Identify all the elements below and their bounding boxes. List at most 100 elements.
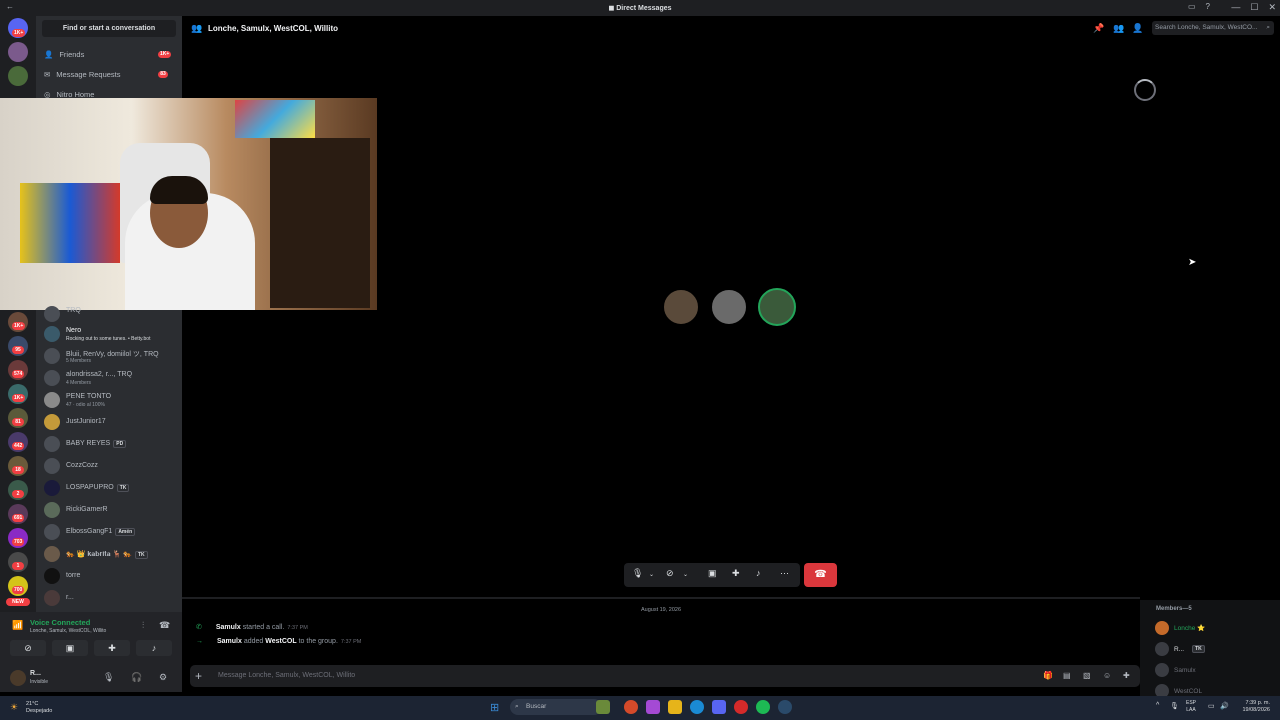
find-conversation-button[interactable]: Find or start a conversation bbox=[42, 20, 176, 37]
minimize-button[interactable]: — bbox=[1231, 2, 1240, 13]
dm-item[interactable]: torre bbox=[44, 566, 180, 586]
avatar bbox=[44, 306, 60, 322]
file-explorer-icon[interactable] bbox=[668, 700, 682, 714]
avatar bbox=[44, 502, 60, 518]
close-button[interactable]: ✕ bbox=[1268, 2, 1276, 13]
server-icon[interactable] bbox=[8, 42, 28, 62]
pin-icon[interactable]: 📌 bbox=[1093, 23, 1104, 34]
dm-item[interactable]: JustJunior17 bbox=[44, 412, 180, 432]
nav-friends[interactable]: 👤 Friends bbox=[44, 50, 84, 59]
gif-icon[interactable]: ▤ bbox=[1063, 671, 1071, 680]
signal-icon: 📶 bbox=[12, 620, 24, 630]
voice-connected-title[interactable]: Voice Connected bbox=[30, 618, 90, 627]
dm-item[interactable]: CozzCozz bbox=[44, 456, 180, 476]
guild-badge: 1K+ bbox=[12, 394, 26, 402]
guild-badge: 81 bbox=[12, 418, 24, 426]
phone-hangup-icon: ☎ bbox=[814, 569, 827, 580]
plus-icon[interactable]: + bbox=[195, 669, 202, 683]
member-list-icon[interactable]: 👤 bbox=[1132, 23, 1143, 34]
dm-item[interactable]: Bluii, RenVy, domiilol ツ, TRQ 5 Members bbox=[44, 346, 180, 366]
dm-item[interactable]: BABY REYES PD bbox=[44, 434, 180, 454]
gift-icon[interactable]: 🎁 bbox=[1043, 671, 1053, 680]
headphones-icon[interactable]: 🎧 bbox=[131, 672, 142, 683]
dm-item[interactable]: alondrissa2, r..., TRQ 4 Members bbox=[44, 368, 180, 388]
windows-start-icon[interactable]: ⊞ bbox=[490, 701, 499, 714]
avatar bbox=[1155, 663, 1169, 677]
dm-item[interactable]: 🐅 👑 𝐤𝐚𝐛𝐫𝐢𝐭𝐚 🦌 🐅 TK bbox=[44, 544, 180, 564]
disconnect-icon[interactable]: ☎ bbox=[159, 620, 170, 631]
language-indicator[interactable]: ESP LAA bbox=[1186, 700, 1196, 714]
guild-badge: 1K+ bbox=[12, 322, 26, 330]
avatar bbox=[1155, 621, 1169, 635]
message-placeholder: Message Lonche, Samulx, WestCOL, Willito bbox=[218, 672, 356, 679]
discord-icon[interactable] bbox=[712, 700, 726, 714]
add-friends-icon[interactable]: 👥 bbox=[1113, 23, 1124, 34]
app-icon[interactable] bbox=[734, 700, 748, 714]
edge-icon[interactable] bbox=[690, 700, 704, 714]
avatar bbox=[44, 458, 60, 474]
steam-icon[interactable] bbox=[778, 700, 792, 714]
taskbar-app-icon[interactable] bbox=[596, 700, 610, 714]
call-participant-avatar[interactable] bbox=[710, 288, 748, 326]
window-title: ◼ Direct Messages bbox=[608, 5, 672, 12]
share-screen-button[interactable]: ▣ bbox=[52, 640, 88, 656]
copilot-icon[interactable] bbox=[646, 700, 660, 714]
dm-item[interactable]: Nero Rocking out to some tunes. • Betty.b… bbox=[44, 324, 180, 344]
dm-item[interactable]: r... bbox=[44, 588, 180, 608]
chrome-icon[interactable] bbox=[624, 700, 638, 714]
activities-icon[interactable]: ✚ bbox=[732, 568, 740, 579]
friends-icon: 👤 bbox=[44, 50, 54, 59]
soundboard-button[interactable]: ♪ bbox=[136, 640, 172, 656]
soundboard-icon[interactable]: ♪ bbox=[756, 568, 761, 578]
noise-suppression-icon[interactable]: ⫶ bbox=[142, 620, 144, 631]
display-icon[interactable]: ▭ bbox=[1208, 702, 1215, 710]
mouse-cursor-icon: ➤ bbox=[1188, 257, 1197, 268]
call-participant-avatar[interactable] bbox=[758, 288, 796, 326]
chevron-down-icon[interactable]: ⌄ bbox=[649, 571, 654, 578]
apps-icon[interactable]: ✚ bbox=[1123, 671, 1130, 680]
activities-button[interactable]: ✚ bbox=[94, 640, 130, 656]
dm-item[interactable]: PENE TONTO 47 · odio al 100% bbox=[44, 390, 180, 410]
chevron-up-icon[interactable]: ^ bbox=[1156, 702, 1159, 709]
spotify-icon[interactable] bbox=[756, 700, 770, 714]
dm-item[interactable]: TRQ bbox=[44, 304, 180, 324]
volume-icon[interactable]: 🔊 bbox=[1220, 702, 1229, 710]
share-screen-icon[interactable]: ▣ bbox=[708, 568, 717, 579]
avatar bbox=[44, 568, 60, 584]
avatar[interactable] bbox=[10, 670, 26, 686]
gear-icon[interactable]: ⚙ bbox=[159, 672, 167, 683]
more-options-icon[interactable]: ⋯ bbox=[780, 568, 789, 579]
inbox-icon[interactable]: ▭ bbox=[1188, 2, 1196, 11]
taskbar-search[interactable]: ⌕ Buscar bbox=[510, 699, 602, 715]
help-icon[interactable]: ? bbox=[1206, 2, 1210, 11]
dm-item[interactable]: RickiGamerR bbox=[44, 500, 180, 520]
search-icon: ⌕ bbox=[515, 703, 519, 710]
member-item[interactable]: Lonche ⭐ bbox=[1155, 621, 1205, 635]
avatar bbox=[1155, 642, 1169, 656]
microphone-icon[interactable]: 🎙 bbox=[632, 568, 643, 579]
date-separator: August 19, 2026 bbox=[640, 607, 682, 613]
webcam-hair bbox=[150, 176, 208, 204]
camera-off-icon[interactable]: ⊘ bbox=[666, 568, 674, 579]
clock[interactable]: 7:39 p. m. 19/08/2026 bbox=[1242, 700, 1270, 714]
conversation-title[interactable]: Lonche, Samulx, WestCOL, Willito bbox=[208, 24, 338, 33]
chevron-down-icon[interactable]: ⌄ bbox=[683, 571, 688, 578]
call-participant-avatar[interactable] bbox=[662, 288, 700, 326]
member-item[interactable]: Samulx bbox=[1155, 663, 1196, 677]
emoji-icon[interactable]: ☺ bbox=[1103, 671, 1111, 680]
member-item[interactable]: R... TK bbox=[1155, 642, 1205, 656]
dm-item[interactable]: LOSPAPUPRO TK bbox=[44, 478, 180, 498]
nav-message-requests[interactable]: ✉ Message Requests bbox=[44, 70, 121, 79]
microphone-icon[interactable]: 🎙 bbox=[1170, 702, 1179, 710]
dm-item[interactable]: ElbossGangF1 Amén bbox=[44, 522, 180, 542]
maximize-button[interactable]: ☐ bbox=[1250, 2, 1258, 13]
camera-off-button[interactable]: ⊘ bbox=[10, 640, 46, 656]
voice-connected-subtitle: Lonche, Samulx, WestCOL, Willito bbox=[30, 628, 107, 634]
sticker-icon[interactable]: ▧ bbox=[1083, 671, 1091, 680]
weather-widget[interactable]: 21°C Despejado bbox=[26, 701, 52, 715]
microphone-icon[interactable]: 🎙 bbox=[103, 672, 114, 683]
webcam-overlay bbox=[0, 98, 377, 310]
hang-up-button[interactable]: ☎ bbox=[804, 563, 837, 587]
server-icon[interactable] bbox=[8, 66, 28, 86]
search-input[interactable]: Search Lonche, Samulx, WestCO... ⌕ bbox=[1152, 21, 1274, 35]
